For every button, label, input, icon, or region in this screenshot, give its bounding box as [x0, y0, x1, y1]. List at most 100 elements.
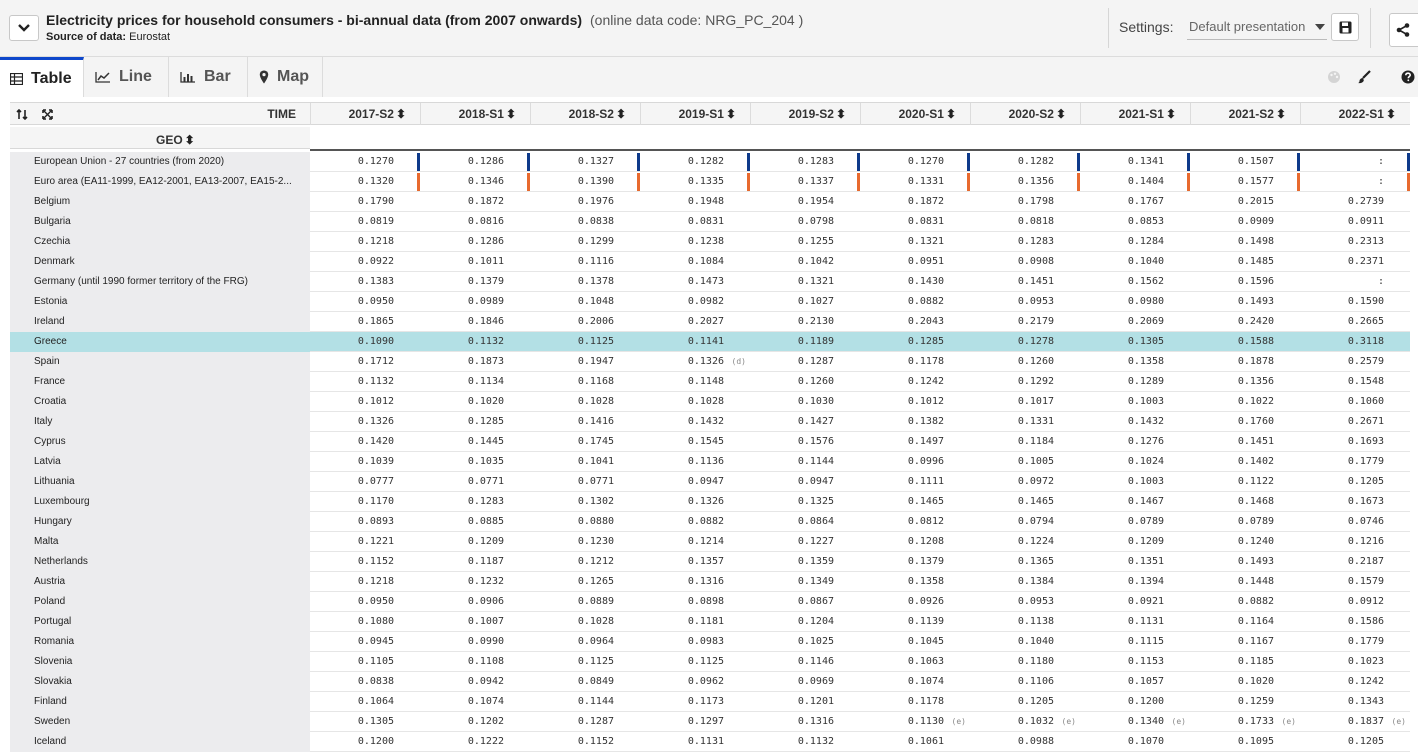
table-cell[interactable]: 0.1132	[750, 732, 860, 752]
table-cell[interactable]: 0.1283	[970, 232, 1080, 252]
table-cell[interactable]: 0.1035	[420, 452, 530, 472]
tab-table[interactable]: Table	[0, 57, 84, 97]
table-cell[interactable]: 0.1948	[640, 192, 750, 212]
row-label[interactable]: Poland	[10, 592, 310, 612]
table-cell[interactable]: 0.1316	[640, 572, 750, 592]
table-cell[interactable]: 0.1028	[530, 392, 640, 412]
table-row[interactable]: Slovakia 0.0838 0.0942 0.0849 0.0962 0.0969 0.…	[10, 672, 1410, 692]
table-cell[interactable]: 0.1292	[970, 372, 1080, 392]
table-cell[interactable]: 0.1326	[310, 412, 420, 432]
table-cell[interactable]: 0.1846	[420, 312, 530, 332]
table-cell[interactable]: 0.1111	[860, 472, 970, 492]
table-cell[interactable]: 0.1588	[1190, 332, 1300, 352]
table-cell[interactable]: 0.1061	[860, 732, 970, 752]
table-cell[interactable]: 0.1865	[310, 312, 420, 332]
table-cell[interactable]: 0.0911	[1300, 212, 1410, 232]
table-cell[interactable]: 0.2371	[1300, 252, 1410, 272]
table-cell[interactable]: 0.1070	[1080, 732, 1190, 752]
table-cell[interactable]: 0.1020	[420, 392, 530, 412]
table-cell[interactable]: 0.1216	[1300, 532, 1410, 552]
table-row[interactable]: Germany (until 1990 former territory of …	[10, 272, 1410, 292]
row-label[interactable]: Bulgaria	[10, 212, 310, 232]
table-cell[interactable]: 0.1790	[310, 192, 420, 212]
table-cell[interactable]: 0.1693	[1300, 432, 1410, 452]
table-cell[interactable]: 0.1873	[420, 352, 530, 372]
save-button[interactable]	[1331, 13, 1359, 41]
table-row[interactable]: Slovenia 0.1105 0.1108 0.1125 0.1125 0.1146 0.…	[10, 652, 1410, 672]
table-cell[interactable]: 0.1028	[640, 392, 750, 412]
row-label[interactable]: Iceland	[10, 732, 310, 752]
table-cell[interactable]: 0.1164	[1190, 612, 1300, 632]
table-row[interactable]: France 0.1132 0.1134 0.1168 0.1148 0.1260 0.12…	[10, 372, 1410, 392]
period-header[interactable]: 2019-S1 ⬍	[640, 103, 750, 125]
table-cell[interactable]: 0.1130 (e)	[860, 712, 970, 732]
table-cell[interactable]: 0.1316	[750, 712, 860, 732]
period-header[interactable]: 2021-S1 ⬍	[1080, 103, 1190, 125]
table-cell[interactable]: 0.1383	[310, 272, 420, 292]
table-cell[interactable]: 0.1200	[1080, 692, 1190, 712]
table-cell[interactable]: 0.1178	[860, 692, 970, 712]
table-cell[interactable]: 0.1285	[420, 412, 530, 432]
table-cell[interactable]: 0.0988	[970, 732, 1080, 752]
table-cell[interactable]: 0.1378	[530, 272, 640, 292]
table-cell[interactable]: 0.0889	[530, 592, 640, 612]
table-cell[interactable]: 0.0945	[310, 632, 420, 652]
table-cell[interactable]: 0.1384	[970, 572, 1080, 592]
table-cell[interactable]: 0.1011	[420, 252, 530, 272]
table-cell[interactable]: 0.1184	[970, 432, 1080, 452]
table-cell[interactable]: 0.0922	[310, 252, 420, 272]
table-cell[interactable]: 0.1579	[1300, 572, 1410, 592]
table-row[interactable]: Hungary 0.0893 0.0885 0.0880 0.0882 0.0864 0.0…	[10, 512, 1410, 532]
row-label[interactable]: Germany (until 1990 former territory of …	[10, 272, 310, 292]
table-cell[interactable]: 0.1170	[310, 492, 420, 512]
table-cell[interactable]: 0.1507	[1190, 152, 1300, 172]
table-cell[interactable]: 0.0746	[1300, 512, 1410, 532]
table-cell[interactable]: 0.1283	[750, 152, 860, 172]
table-cell[interactable]: :	[1300, 172, 1410, 192]
table-cell[interactable]: 0.2027	[640, 312, 750, 332]
table-cell[interactable]: 0.1023	[1300, 652, 1410, 672]
table-cell[interactable]: 0.2069	[1080, 312, 1190, 332]
table-cell[interactable]: 0.1954	[750, 192, 860, 212]
table-cell[interactable]: 0.1365	[970, 552, 1080, 572]
table-cell[interactable]: 0.0789	[1190, 512, 1300, 532]
table-cell[interactable]: 0.1562	[1080, 272, 1190, 292]
table-cell[interactable]: 0.1284	[1080, 232, 1190, 252]
table-cell[interactable]: 0.1467	[1080, 492, 1190, 512]
table-cell[interactable]: 0.0942	[420, 672, 530, 692]
table-cell[interactable]: 0.1208	[860, 532, 970, 552]
table-cell[interactable]: 0.1673	[1300, 492, 1410, 512]
period-header[interactable]: 2021-S2 ⬍	[1190, 103, 1300, 125]
table-cell[interactable]: 0.2179	[970, 312, 1080, 332]
table-cell[interactable]: 0.2015	[1190, 192, 1300, 212]
table-cell[interactable]: 0.1218	[310, 572, 420, 592]
table-cell[interactable]: 0.1596	[1190, 272, 1300, 292]
table-cell[interactable]: 0.1048	[530, 292, 640, 312]
table-cell[interactable]: :	[1300, 272, 1410, 292]
table-cell[interactable]: 0.1212	[530, 552, 640, 572]
table-row[interactable]: Estonia 0.0950 0.0989 0.1048 0.0982 0.1027 0.0…	[10, 292, 1410, 312]
row-label[interactable]: Slovenia	[10, 652, 310, 672]
table-cell[interactable]: 0.0982	[640, 292, 750, 312]
table-cell[interactable]: 0.0962	[640, 672, 750, 692]
table-cell[interactable]: 0.1286	[420, 152, 530, 172]
table-cell[interactable]: 0.1497	[860, 432, 970, 452]
table-cell[interactable]: 0.0990	[420, 632, 530, 652]
table-cell[interactable]: 0.1286	[420, 232, 530, 252]
table-cell[interactable]: 0.1357	[640, 552, 750, 572]
table-cell[interactable]: 0.0880	[530, 512, 640, 532]
table-cell[interactable]: 0.1185	[1190, 652, 1300, 672]
table-cell[interactable]: 0.1337	[750, 172, 860, 192]
table-cell[interactable]: 0.1359	[750, 552, 860, 572]
table-cell[interactable]: 0.1125	[640, 652, 750, 672]
table-cell[interactable]: 0.1242	[1300, 672, 1410, 692]
table-row[interactable]: Ireland 0.1865 0.1846 0.2006 0.2027 0.2130 0.2…	[10, 312, 1410, 332]
table-cell[interactable]: 0.1230	[530, 532, 640, 552]
table-cell[interactable]: 0.1020	[1190, 672, 1300, 692]
table-cell[interactable]: 0.1200	[310, 732, 420, 752]
table-cell[interactable]: 0.1209	[420, 532, 530, 552]
table-cell[interactable]: 0.1060	[1300, 392, 1410, 412]
table-row[interactable]: Latvia 0.1039 0.1035 0.1041 0.1136 0.1144 0.09…	[10, 452, 1410, 472]
table-cell[interactable]: 0.1321	[750, 272, 860, 292]
table-cell[interactable]: 0.0951	[860, 252, 970, 272]
